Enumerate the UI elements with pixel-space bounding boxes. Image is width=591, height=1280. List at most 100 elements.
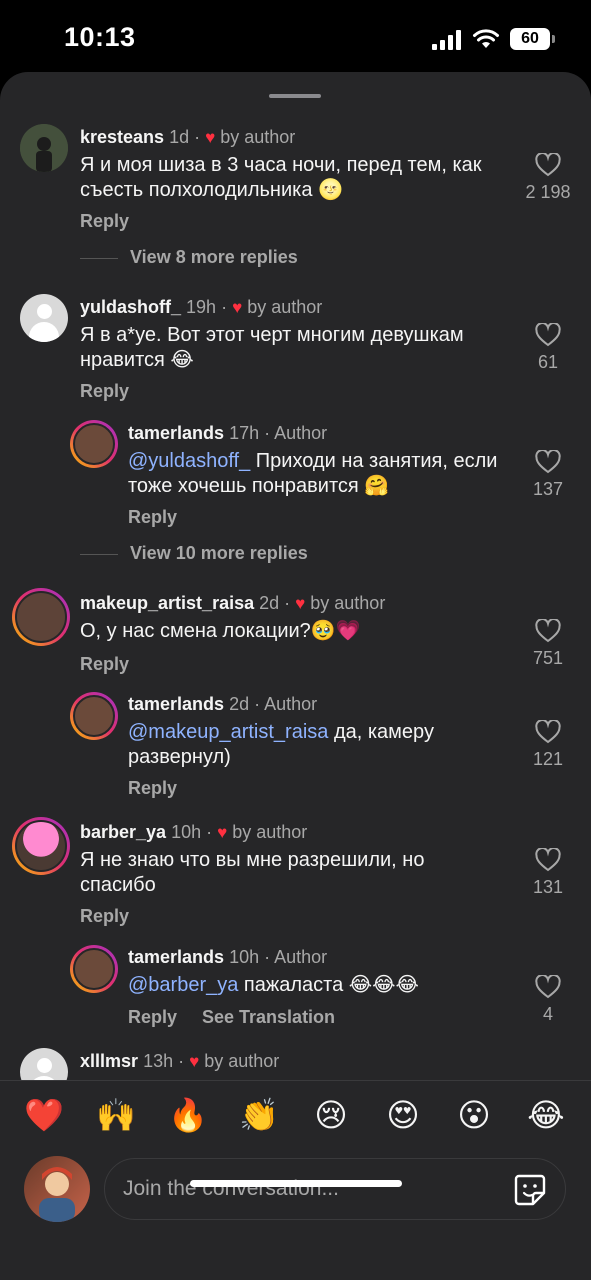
- author-tag: Author: [264, 694, 318, 714]
- heart-outline-icon: [535, 153, 561, 177]
- timestamp: 2d: [229, 694, 250, 714]
- timestamp: 19h: [186, 297, 217, 317]
- comments-list[interactable]: kresteans 1d · ♥ by author Я и моя шиза …: [0, 112, 591, 1080]
- status-bar: 10:13 60: [0, 0, 591, 72]
- mention-link[interactable]: @yuldashoff_: [128, 450, 250, 472]
- like-button[interactable]: 61: [518, 323, 578, 373]
- timestamp: 10h: [171, 822, 202, 842]
- reply-text: @yuldashoff_ Приходи на занятия, если то…: [128, 449, 498, 499]
- status-time: 10:13: [64, 22, 136, 52]
- mention-link[interactable]: @makeup_artist_raisa: [128, 721, 328, 743]
- comment-composer: Join the conversation...: [0, 1152, 591, 1280]
- username[interactable]: tamerlands: [128, 694, 224, 714]
- comment-text: Я не знаю что вы мне разрешили, но спаси…: [80, 849, 425, 896]
- timestamp: 2d: [259, 593, 280, 613]
- reply-button[interactable]: Reply: [80, 654, 129, 675]
- see-translation-button[interactable]: See Translation: [202, 1007, 335, 1028]
- avatar[interactable]: [20, 1048, 68, 1080]
- reaction-laughing[interactable]: 😂: [524, 1093, 568, 1137]
- reaction-raised-hands[interactable]: 🙌: [94, 1093, 138, 1137]
- avatar[interactable]: [20, 294, 68, 342]
- home-indicator[interactable]: [190, 1180, 402, 1187]
- comment-text: Я в а*уе. Вот этот черт многим девушкам …: [80, 324, 464, 371]
- reply-meta: tamerlands 2d · Author: [128, 694, 318, 714]
- like-count: 121: [532, 749, 564, 769]
- view-more-label: View 10 more replies: [130, 543, 308, 563]
- timestamp: 1d: [169, 127, 190, 147]
- reaction-fire[interactable]: 🔥: [166, 1093, 210, 1137]
- author-liked-heart-icon: ♥: [205, 128, 216, 147]
- reaction-clap[interactable]: 👏: [237, 1093, 281, 1137]
- reaction-surprised[interactable]: 😮: [452, 1093, 496, 1137]
- heart-outline-icon: [535, 450, 561, 474]
- reply-button[interactable]: Reply: [128, 778, 177, 799]
- cellular-signal-icon: [432, 30, 462, 50]
- reaction-crying[interactable]: 😢: [309, 1093, 353, 1137]
- reply-button[interactable]: Reply: [80, 211, 129, 232]
- avatar[interactable]: [20, 124, 68, 172]
- reply-button[interactable]: Reply: [80, 381, 129, 402]
- reply-text: @makeup_artist_raisa да, камеру разверну…: [128, 720, 498, 770]
- comment-input[interactable]: Join the conversation...: [104, 1158, 566, 1220]
- username[interactable]: tamerlands: [128, 423, 224, 443]
- reply-button[interactable]: Reply: [128, 507, 177, 528]
- like-count: 4: [542, 1004, 553, 1024]
- avatar[interactable]: [12, 588, 70, 646]
- battery-tip: [552, 35, 555, 43]
- my-avatar: [24, 1156, 90, 1222]
- liked-by-label: by author: [220, 127, 296, 147]
- username[interactable]: kresteans: [80, 127, 164, 147]
- reaction-heart[interactable]: ❤️: [22, 1093, 66, 1137]
- reaction-heart-eyes[interactable]: 😍: [381, 1093, 425, 1137]
- mention-link[interactable]: @barber_ya: [128, 974, 238, 996]
- author-liked-heart-icon: ♥: [189, 1052, 200, 1071]
- comments-sheet: kresteans 1d · ♥ by author Я и моя шиза …: [0, 72, 591, 1280]
- quick-reactions-bar: ❤️ 🙌 🔥 👏 😢 😍 😮 😂: [0, 1080, 591, 1152]
- reply-avatar[interactable]: [70, 692, 118, 740]
- reply-button[interactable]: Reply: [128, 1007, 177, 1028]
- like-button[interactable]: 4: [518, 975, 578, 1025]
- avatar[interactable]: [12, 817, 70, 875]
- heart-outline-icon: [535, 619, 561, 643]
- like-button[interactable]: 121: [518, 720, 578, 770]
- comment-meta: kresteans 1d · ♥ by author: [80, 127, 296, 147]
- view-more-replies-button[interactable]: View 8 more replies: [80, 247, 298, 268]
- comment-text: Я и моя шиза в 3 часа ночи, перед тем, к…: [80, 154, 482, 201]
- like-button[interactable]: 137: [518, 450, 578, 500]
- reply-avatar[interactable]: [70, 945, 118, 993]
- author-tag: Author: [274, 947, 328, 967]
- timestamp: 17h: [229, 423, 260, 443]
- liked-by-label: by author: [310, 593, 386, 613]
- like-button[interactable]: 751: [518, 619, 578, 669]
- heart-outline-icon: [535, 323, 561, 347]
- reply-meta: tamerlands 17h · Author: [128, 423, 328, 443]
- like-count: 2 198: [525, 182, 571, 202]
- like-button[interactable]: 131: [518, 848, 578, 898]
- author-liked-heart-icon: ♥: [232, 298, 243, 317]
- username[interactable]: tamerlands: [128, 947, 224, 967]
- reply-button[interactable]: Reply: [80, 906, 129, 927]
- heart-outline-icon: [535, 975, 561, 999]
- liked-by-label: by author: [204, 1051, 280, 1071]
- username[interactable]: yuldashoff_: [80, 297, 181, 317]
- like-count: 137: [532, 479, 564, 499]
- like-count: 131: [532, 877, 564, 897]
- author-tag: Author: [274, 423, 328, 443]
- timestamp: 10h: [229, 947, 260, 967]
- username[interactable]: barber_ya: [80, 822, 166, 842]
- like-count: 751: [532, 648, 564, 668]
- author-liked-heart-icon: ♥: [217, 823, 228, 842]
- view-more-replies-button[interactable]: View 10 more replies: [80, 543, 308, 564]
- timestamp: 13h: [143, 1051, 174, 1071]
- username[interactable]: xlllmsr: [80, 1051, 138, 1071]
- reply-meta: tamerlands 10h · Author: [128, 947, 328, 967]
- wifi-icon: [473, 29, 499, 48]
- sheet-grabber[interactable]: [269, 94, 321, 98]
- comment-meta: xlllmsr 13h · ♥ by author: [80, 1051, 280, 1071]
- username[interactable]: makeup_artist_raisa: [80, 593, 254, 613]
- liked-by-label: by author: [232, 822, 308, 842]
- like-button[interactable]: 2 198: [518, 153, 578, 203]
- sticker-icon[interactable]: [513, 1173, 547, 1207]
- reply-avatar[interactable]: [70, 420, 118, 468]
- like-count: 61: [537, 352, 559, 372]
